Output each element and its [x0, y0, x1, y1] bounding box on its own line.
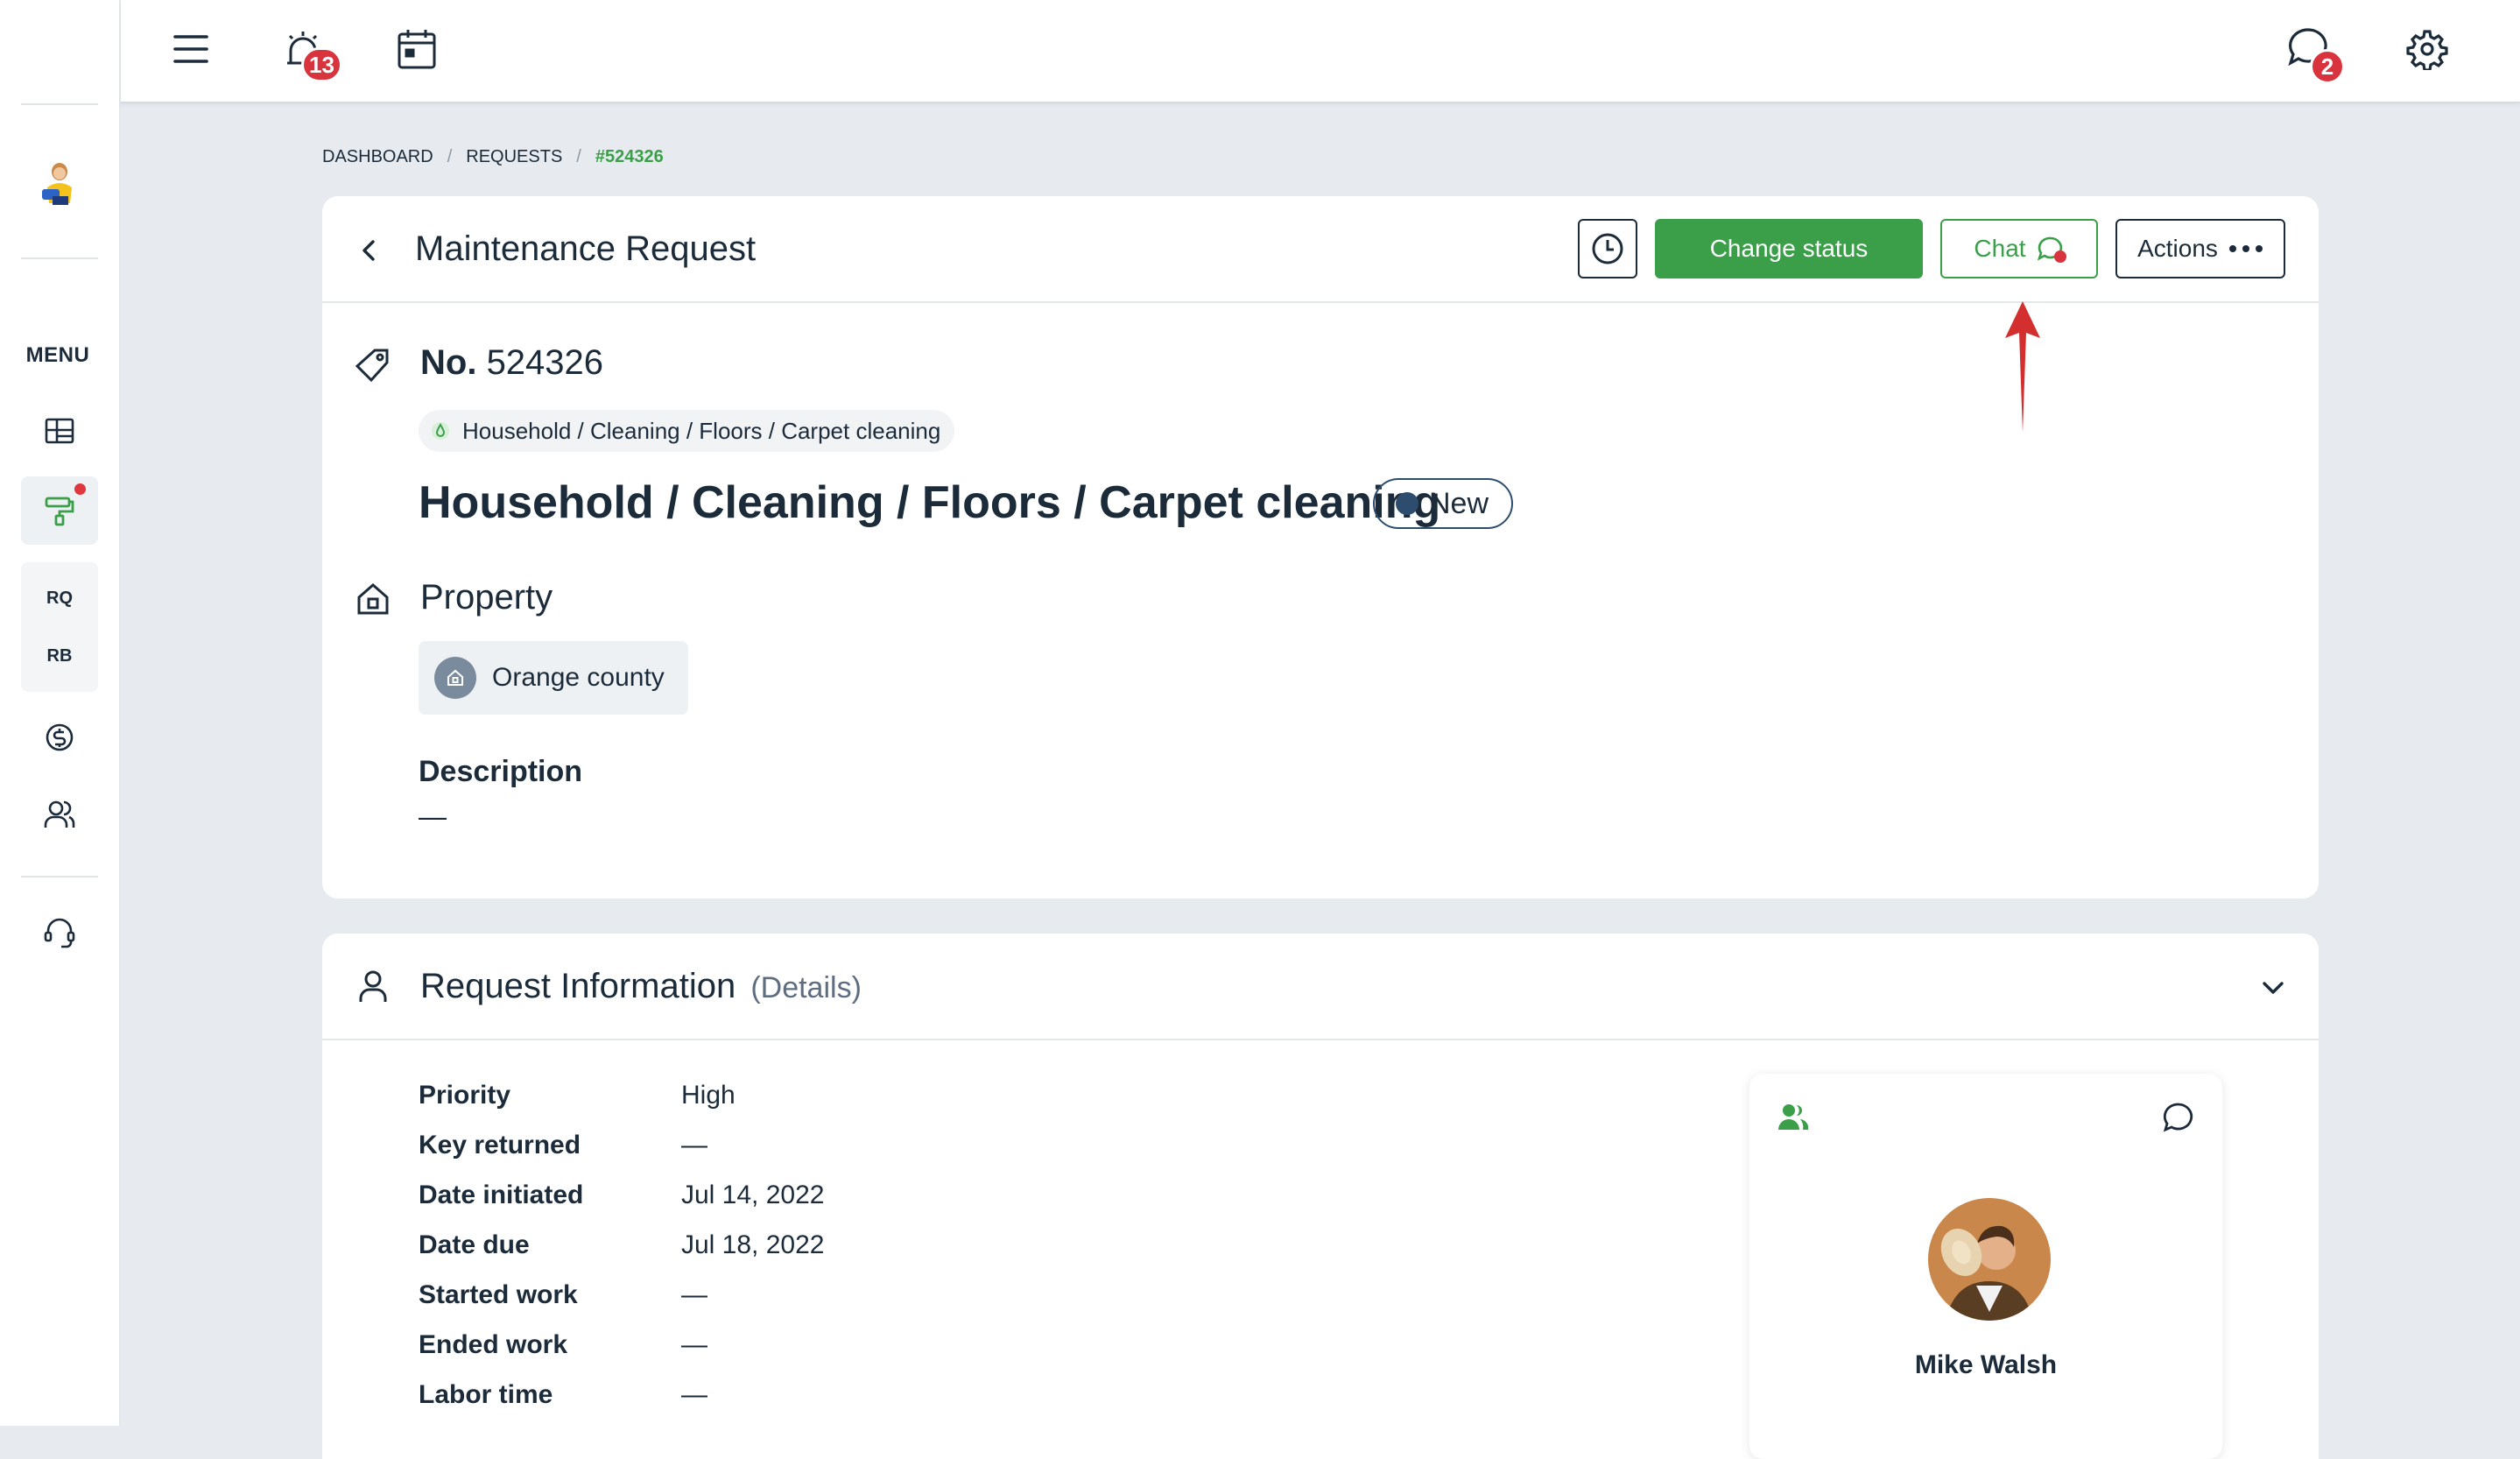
description-label: Description [419, 755, 583, 788]
category-title: Household / Cleaning / Floors / Carpet c… [419, 477, 1441, 528]
breadcrumb-separator: / [447, 147, 453, 166]
sidebar-divider [21, 876, 98, 878]
alarm-icon[interactable]: 13 [278, 25, 342, 82]
top-bar: 13 2 [121, 0, 2520, 103]
actions-button[interactable]: Actions [2115, 219, 2285, 278]
annotation-arrow-icon [2002, 300, 2044, 434]
info-value: — [681, 1380, 707, 1409]
request-number-value: 524326 [486, 343, 604, 382]
clock-icon [1592, 233, 1623, 264]
sidebar-item-rq[interactable]: RQ [21, 589, 98, 609]
breadcrumb: DASHBOARD / REQUESTS / #524326 [322, 147, 664, 167]
request-number: No. 524326 [420, 343, 603, 383]
status-dot [1396, 492, 1418, 515]
request-info-title-text: Request Information [420, 967, 736, 1005]
breadcrumb-current: #524326 [595, 147, 664, 166]
history-button[interactable] [1578, 219, 1637, 278]
category-chip: Household / Cleaning / Floors / Carpet c… [419, 410, 955, 452]
chat-button-label: Chat [1974, 235, 2026, 262]
category-chip-label: Household / Cleaning / Floors / Carpet c… [462, 417, 941, 444]
request-info-header[interactable]: Request Information (Details) [322, 934, 2319, 1040]
hamburger-menu-icon[interactable] [166, 25, 215, 74]
more-dots-icon [2228, 245, 2263, 252]
status-badge[interactable]: New [1373, 478, 1514, 529]
menu-label: MENU [25, 343, 90, 367]
breadcrumb-requests[interactable]: REQUESTS [466, 147, 562, 167]
assignee-users-icon [1776, 1100, 1811, 1135]
change-status-button[interactable]: Change status [1655, 219, 1923, 278]
alarm-badge: 13 [301, 47, 342, 82]
avatar [1928, 1198, 2051, 1321]
info-value: High [681, 1081, 736, 1110]
breadcrumb-dashboard[interactable]: DASHBOARD [322, 147, 433, 167]
info-label: Priority [419, 1081, 511, 1110]
info-label: Labor time [419, 1380, 553, 1409]
sidebar-submenu: RQ RB [21, 562, 98, 692]
messages-icon[interactable]: 2 [2284, 23, 2345, 84]
sidebar-divider [21, 257, 98, 259]
home-icon [354, 580, 392, 618]
sidebar-item-requests[interactable] [21, 476, 98, 545]
notification-dot [74, 483, 86, 495]
property-name: Orange county [492, 663, 665, 692]
info-value: Jul 14, 2022 [681, 1181, 825, 1209]
info-value: Jul 18, 2022 [681, 1230, 825, 1259]
sidebar-item-rb[interactable]: RB [21, 646, 98, 666]
chat-button[interactable]: Chat [1940, 219, 2098, 278]
info-value: — [681, 1330, 707, 1359]
request-number-label: No. [420, 343, 477, 382]
property-chip[interactable]: Orange county [419, 641, 688, 715]
dashboard-icon[interactable] [39, 410, 81, 452]
info-label: Key returned [419, 1131, 581, 1159]
info-value: — [681, 1280, 707, 1309]
info-value: — [681, 1131, 707, 1159]
droplet-icon [432, 422, 449, 440]
info-label: Date due [419, 1230, 530, 1259]
assignee-card[interactable]: Mike Walsh [1749, 1074, 2222, 1459]
property-home-icon [434, 657, 476, 699]
messages-badge: 2 [2310, 49, 2345, 84]
request-info-subtitle: (Details) [750, 971, 862, 1004]
info-label: Ended work [419, 1330, 568, 1359]
description-value: — [419, 800, 447, 832]
support-headset-icon[interactable] [39, 911, 81, 953]
request-info-card: Request Information (Details) Priority H… [322, 934, 2319, 1459]
chevron-down-icon[interactable] [2257, 972, 2289, 1004]
gear-icon[interactable] [2403, 25, 2452, 74]
tag-icon [354, 347, 392, 385]
request-header: Maintenance Request Change status Chat A… [322, 196, 2319, 303]
page-title: Maintenance Request [415, 229, 757, 268]
calendar-icon[interactable] [392, 25, 441, 74]
property-title: Property [420, 578, 553, 617]
actions-button-label: Actions [2137, 235, 2218, 262]
status-label: New [1429, 486, 1489, 520]
sidebar: MENU RQ RB [0, 0, 121, 1426]
sidebar-divider [21, 103, 98, 105]
message-icon[interactable] [2161, 1100, 2196, 1135]
back-chevron-icon[interactable] [354, 235, 385, 266]
assignee-name: Mike Walsh [1914, 1350, 2058, 1379]
dollar-icon[interactable] [39, 716, 81, 758]
person-icon [354, 967, 392, 1005]
chat-icon [2037, 235, 2066, 263]
paint-roller-icon [45, 497, 74, 526]
info-label: Started work [419, 1280, 578, 1309]
users-icon[interactable] [39, 793, 81, 835]
info-label: Date initiated [419, 1181, 584, 1209]
request-info-title: Request Information (Details) [420, 967, 862, 1006]
company-logo[interactable] [35, 158, 84, 210]
breadcrumb-separator: / [576, 147, 581, 166]
